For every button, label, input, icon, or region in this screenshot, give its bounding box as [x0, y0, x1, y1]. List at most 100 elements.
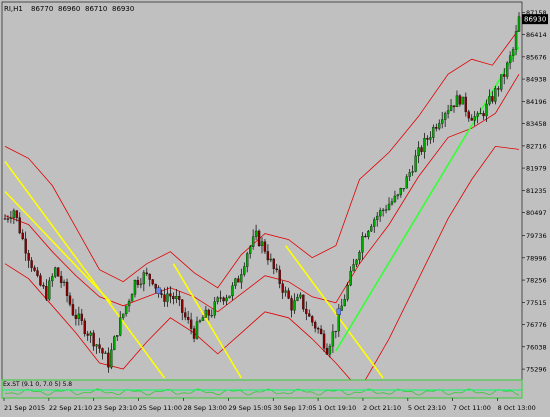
candle-body [74, 315, 78, 319]
candle-body [27, 253, 30, 261]
candle-body [148, 273, 151, 280]
y-tick-label: 85676 [526, 53, 547, 61]
candle-body [275, 268, 278, 271]
x-tick-label: 23 Sep 23:10 [94, 404, 137, 412]
candle-body [142, 272, 146, 285]
candle-body [352, 264, 355, 272]
candle-body [243, 266, 246, 275]
candle-body [461, 96, 465, 105]
y-tick-label: 82716 [526, 142, 547, 150]
candle-body [56, 267, 60, 277]
candle-body [408, 172, 411, 177]
candle-body [251, 236, 255, 247]
candle-body [68, 295, 72, 305]
candle-body [311, 316, 314, 323]
candle-body [305, 308, 308, 314]
candle-body [260, 241, 264, 247]
candle-body [198, 320, 202, 322]
y-tick-label: 81979 [526, 165, 547, 173]
candle-body [296, 297, 299, 301]
trading-chart[interactable]: Ex.ST (9.1 0, 7.0 5) 5.8 87158 86414 85676… [0, 0, 550, 413]
candle-body [443, 113, 447, 120]
candle-body [479, 113, 482, 115]
candle-body [266, 251, 270, 261]
candle-body [181, 299, 184, 313]
candle-body [213, 301, 216, 316]
candle-body [420, 147, 423, 152]
candle-body [33, 267, 36, 271]
candle-body [423, 138, 426, 152]
candle-body [45, 286, 48, 300]
candle-body [390, 201, 394, 205]
candle-body [355, 259, 358, 265]
candle-body [429, 137, 432, 140]
x-tick-label: 1 Oct 19:10 [318, 404, 356, 412]
x-tick-label: 7 Oct 11:00 [453, 404, 491, 412]
candle-body [334, 330, 338, 333]
y-tick-label: 78256 [526, 277, 547, 285]
candle-body [83, 320, 86, 335]
candle-body [384, 209, 388, 211]
candle-body [59, 276, 63, 284]
candle-body [42, 285, 45, 287]
y-tick-label: 83458 [526, 120, 547, 128]
x-tick-label: 29 Sep 15:05 [228, 404, 271, 412]
candle-body [240, 274, 243, 283]
candle-body [184, 312, 187, 318]
candle-body [399, 188, 403, 195]
candle-body [470, 117, 473, 121]
candle-body [219, 297, 222, 299]
candle-body [319, 328, 323, 335]
candle-body [376, 215, 379, 220]
candle-body [467, 111, 470, 119]
indicator-label: Ex.ST (9.1 0, 7.0 5) 5.8 [3, 381, 72, 388]
candle-body [432, 127, 435, 138]
y-tick-label: 79736 [526, 232, 547, 240]
candle-body [497, 88, 500, 90]
indicator-background [1, 379, 523, 399]
candle-body [452, 105, 456, 108]
candle-body [293, 300, 296, 311]
candle-body [488, 96, 491, 105]
candle-body [166, 293, 169, 302]
candle-body [107, 352, 110, 368]
candle-body [65, 281, 69, 296]
candle-body [411, 171, 414, 173]
candle-body [263, 241, 267, 252]
candle-body [15, 210, 18, 218]
candle-body [160, 293, 163, 295]
header-open: 86770 [31, 5, 53, 13]
candle-body [503, 74, 506, 77]
candle-body [178, 296, 181, 300]
indicator-panel: Ex.ST (9.1 0, 7.0 5) 5.8 [1, 379, 523, 399]
candle-body [225, 297, 228, 302]
x-tick-label: 5 Oct 23:10 [408, 404, 446, 412]
header-close: 86930 [112, 5, 134, 13]
candle-body [139, 283, 143, 285]
candle-body [127, 301, 131, 307]
candle-body [24, 238, 27, 254]
candle-body [101, 348, 104, 354]
candle-body [254, 230, 258, 237]
current-price-label: 86930 [524, 16, 546, 24]
y-tick-label: 81235 [526, 187, 547, 195]
y-tick-label: 80497 [526, 209, 547, 217]
candle-body [331, 331, 335, 347]
candle-body [396, 194, 400, 197]
candle-body [325, 348, 329, 355]
candle-body [269, 258, 273, 261]
candle-body [257, 230, 261, 247]
candle-body [340, 305, 343, 311]
chart-canvas[interactable]: Ex.ST (9.1 0, 7.0 5) 5.8 871588641485676… [0, 0, 550, 413]
candle-body [204, 309, 208, 318]
candle-body [124, 305, 128, 315]
candle-body [299, 294, 302, 298]
x-tick-label: 21 Sep 2015 [4, 404, 45, 412]
candle-body [500, 74, 503, 90]
signal-marker [156, 287, 161, 294]
candle-body [343, 299, 346, 307]
candle-body [119, 317, 122, 336]
x-tick-label: 8 Oct 13:00 [498, 404, 536, 412]
candle-body [207, 309, 211, 316]
candle-body [136, 280, 140, 285]
